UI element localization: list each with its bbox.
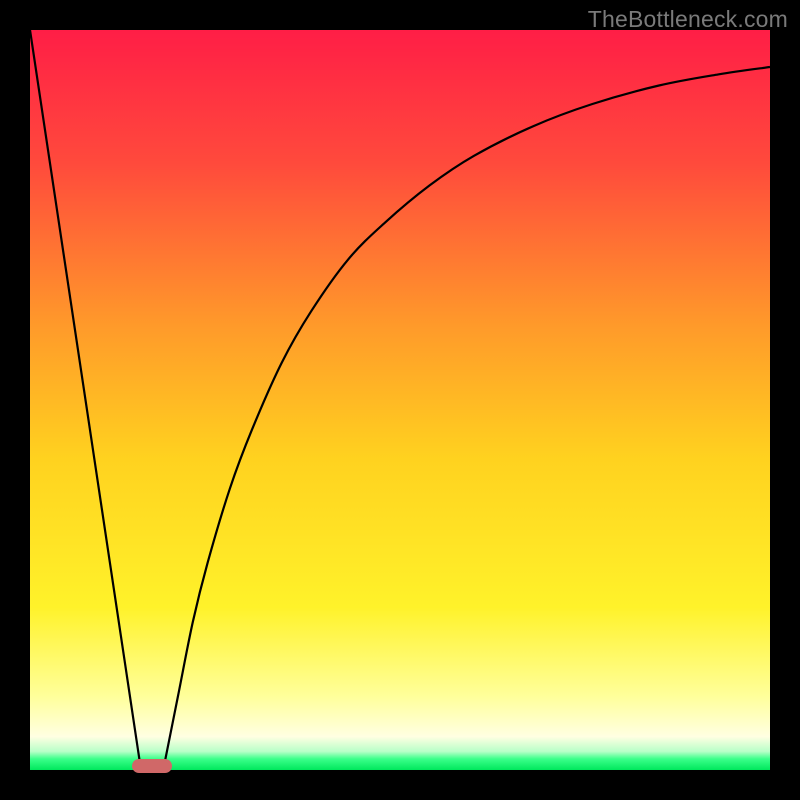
chart-frame: TheBottleneck.com [0, 0, 800, 800]
curve-right-limb [163, 67, 770, 770]
plot-area [30, 30, 770, 770]
watermark-text: TheBottleneck.com [588, 6, 788, 33]
curve-layer [30, 30, 770, 770]
curve-left-limb [30, 30, 141, 770]
vertex-marker [132, 759, 172, 773]
